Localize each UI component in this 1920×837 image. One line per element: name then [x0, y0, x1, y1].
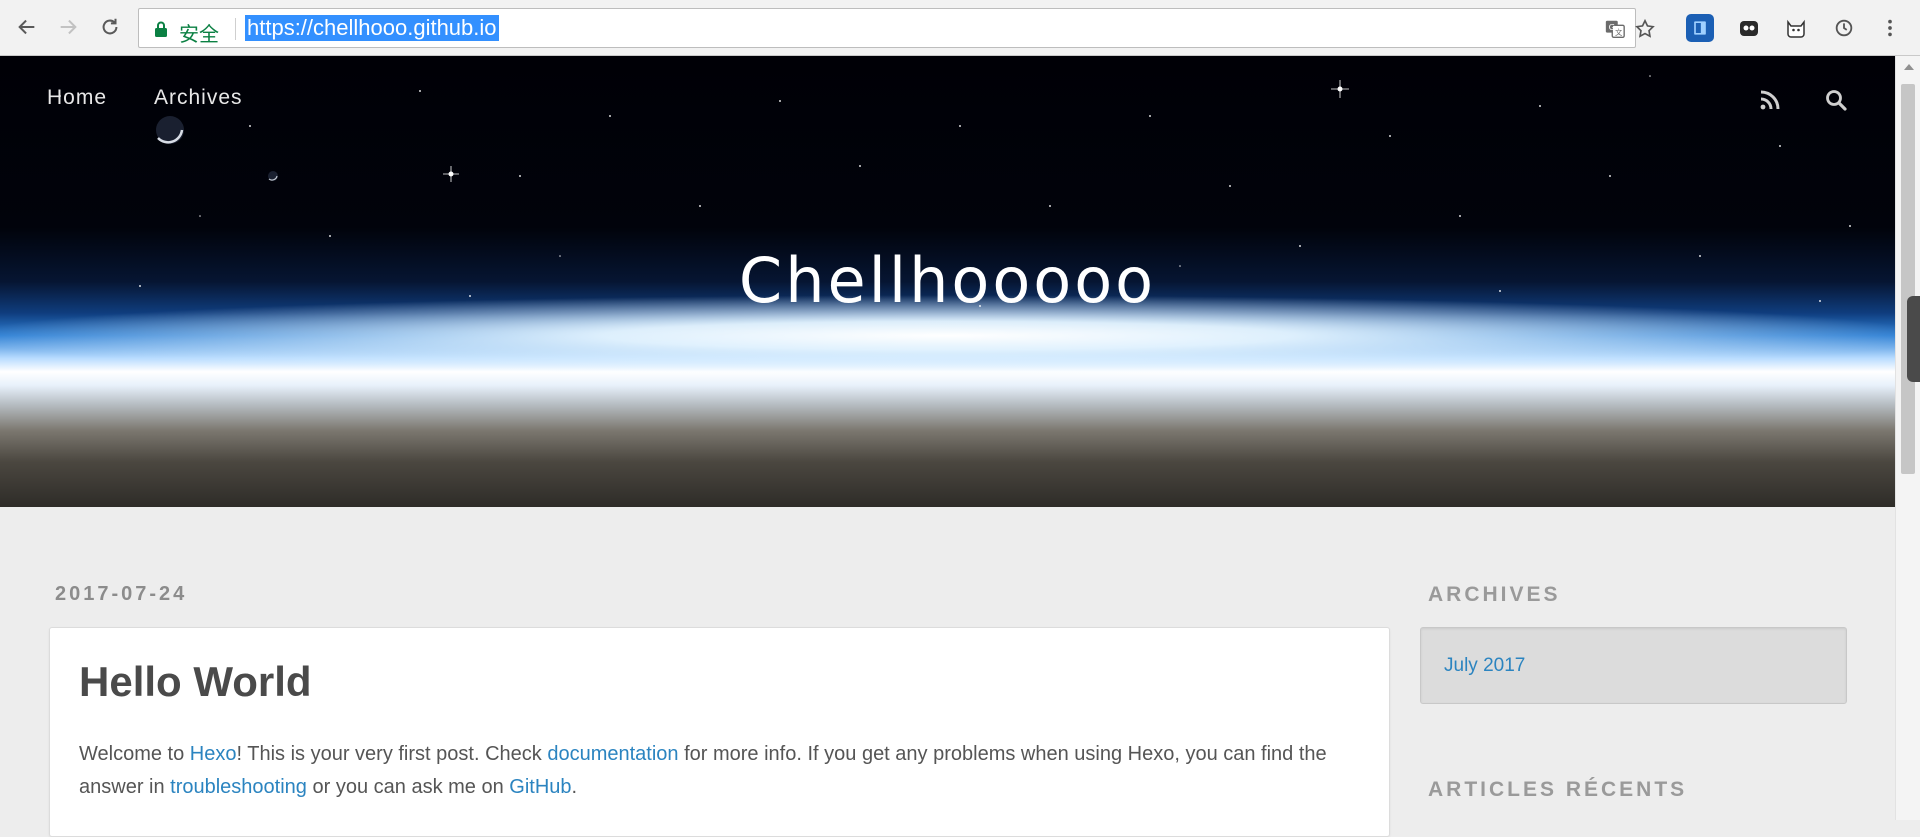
post-body-text: or you can ask me on — [306, 776, 510, 798]
secure-label: 安全 — [179, 22, 219, 46]
svg-text:文: 文 — [1615, 28, 1623, 37]
nav-home-link[interactable]: Home — [47, 86, 107, 110]
github-link[interactable]: GitHub — [509, 776, 571, 798]
kebab-menu-icon[interactable] — [1880, 14, 1900, 42]
url-input[interactable]: https://chellhooo.github.io — [245, 15, 499, 41]
reload-icon[interactable] — [95, 12, 125, 42]
search-icon[interactable] — [1824, 88, 1848, 112]
post-body-text: Welcome to — [79, 743, 190, 765]
extension-mask-icon[interactable] — [1735, 14, 1763, 42]
hero-banner: Home Archives Chellhooooo — [0, 56, 1895, 507]
scroll-thumb[interactable] — [1901, 84, 1915, 474]
svg-text:G: G — [1609, 22, 1615, 32]
extension-cat-icon[interactable] — [1782, 14, 1810, 42]
archives-widget: July 2017 — [1420, 627, 1847, 704]
forward-arrow-icon[interactable] — [53, 12, 83, 42]
side-panel-handle[interactable] — [1907, 296, 1920, 382]
page-scrollbar[interactable] — [1895, 56, 1920, 820]
post-title[interactable]: Hello World — [79, 658, 312, 706]
omnibox-divider — [235, 18, 236, 40]
site-title[interactable]: Chellhooooo — [0, 244, 1895, 317]
post-body-text: . — [571, 776, 578, 798]
extension-book-icon[interactable] — [1686, 14, 1714, 42]
back-arrow-icon[interactable] — [12, 12, 42, 42]
recent-articles-heading: ARTICLES RÉCENTS — [1428, 778, 1688, 801]
browser-toolbar: 安全 https://chellhooo.github.io G文 — [0, 0, 1920, 56]
address-bar[interactable]: 安全 https://chellhooo.github.io G文 — [138, 8, 1655, 48]
post-card: Hello World Welcome to Hexo! This is you… — [49, 627, 1390, 837]
post-date: 2017-07-24 — [55, 583, 188, 605]
nav-archives-link[interactable]: Archives — [154, 86, 243, 110]
post-body: Welcome to Hexo! This is your very first… — [79, 738, 1369, 804]
troubleshooting-link[interactable]: troubleshooting — [170, 776, 307, 798]
translate-icon[interactable]: G文 — [1603, 17, 1627, 41]
rss-icon[interactable] — [1758, 88, 1782, 112]
post-body-text: ! This is your very first post. Check — [236, 743, 548, 765]
scroll-up-arrow-icon[interactable] — [1904, 64, 1914, 70]
hexo-link[interactable]: Hexo — [190, 743, 237, 765]
lock-icon — [155, 21, 167, 37]
archive-item-july-2017[interactable]: July 2017 — [1444, 655, 1525, 677]
extension-sync-icon[interactable] — [1830, 14, 1858, 42]
star-icon[interactable] — [1633, 17, 1657, 41]
documentation-link[interactable]: documentation — [547, 743, 678, 765]
archives-heading: ARCHIVES — [1428, 583, 1561, 606]
